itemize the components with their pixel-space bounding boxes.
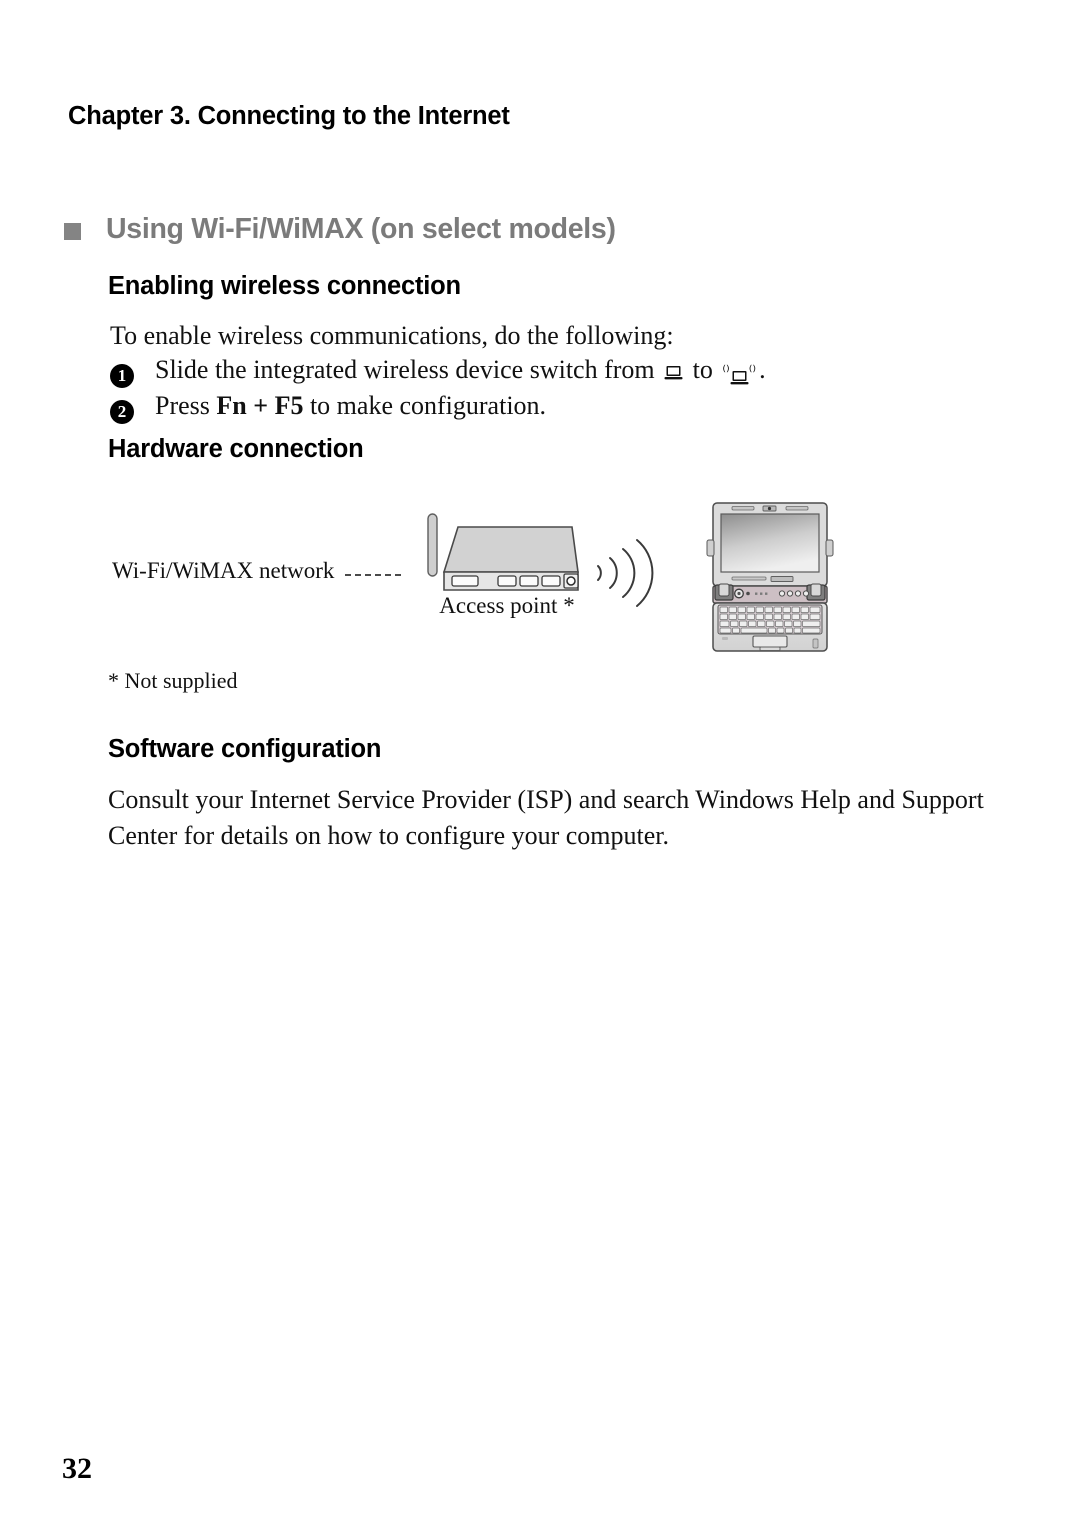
step-text-after: . bbox=[759, 355, 766, 384]
key-combo-label: Fn + F5 bbox=[216, 391, 304, 420]
laptop-off-icon bbox=[664, 365, 683, 381]
laptop-wireless-on-icon: ⁽⁾ ⁽⁾ bbox=[722, 365, 756, 386]
wave-right-icon: ⁽⁾ bbox=[748, 364, 757, 380]
document-page: Chapter 3. Connecting to the Internet Us… bbox=[0, 0, 1080, 1529]
subheading-enabling-wireless: Enabling wireless connection bbox=[108, 272, 461, 300]
step-text-after: to make configuration. bbox=[309, 391, 547, 420]
dashed-connector-line bbox=[345, 574, 401, 578]
network-label: Wi-Fi/WiMAX network bbox=[112, 558, 335, 583]
step-text: Slide the integrated wireless device swi… bbox=[155, 355, 766, 386]
list-item: 1 Slide the integrated wireless device s… bbox=[110, 355, 766, 391]
subheading-software-configuration: Software configuration bbox=[108, 735, 382, 763]
footnote-not-supplied: * Not supplied bbox=[108, 668, 238, 693]
page-number: 32 bbox=[62, 1452, 92, 1485]
section-heading-label: Using Wi-Fi/WiMAX (on select models) bbox=[106, 213, 616, 245]
chapter-header: Chapter 3. Connecting to the Internet bbox=[68, 102, 510, 130]
section-heading: Using Wi-Fi/WiMAX (on select models) bbox=[64, 213, 616, 246]
subheading-hardware-connection: Hardware connection bbox=[108, 435, 364, 463]
list-item: 2 Press Fn + F5 to make configuration. bbox=[110, 391, 766, 427]
access-point-label: Access point * bbox=[439, 593, 575, 618]
step-text: Press Fn + F5 to make configuration. bbox=[155, 391, 546, 421]
step-text-middle: to bbox=[692, 355, 713, 384]
wave-left-icon: ⁽⁾ bbox=[722, 364, 730, 380]
enabling-steps-list: 1 Slide the integrated wireless device s… bbox=[110, 355, 766, 427]
square-bullet-icon bbox=[64, 223, 81, 240]
step-number-badge: 2 bbox=[110, 400, 134, 424]
step-number-badge: 1 bbox=[110, 364, 134, 388]
enabling-intro-text: To enable wireless communications, do th… bbox=[110, 321, 674, 350]
wireless-signal-waves-icon bbox=[590, 533, 670, 618]
step-text-before: Slide the integrated wireless device swi… bbox=[155, 355, 655, 384]
hardware-connection-diagram: Wi-Fi/WiMAX network Access point * bbox=[100, 495, 860, 670]
step-text-before: Press bbox=[155, 391, 210, 420]
laptop-computer-icon bbox=[705, 500, 835, 660]
software-configuration-paragraph: Consult your Internet Service Provider (… bbox=[108, 785, 984, 850]
